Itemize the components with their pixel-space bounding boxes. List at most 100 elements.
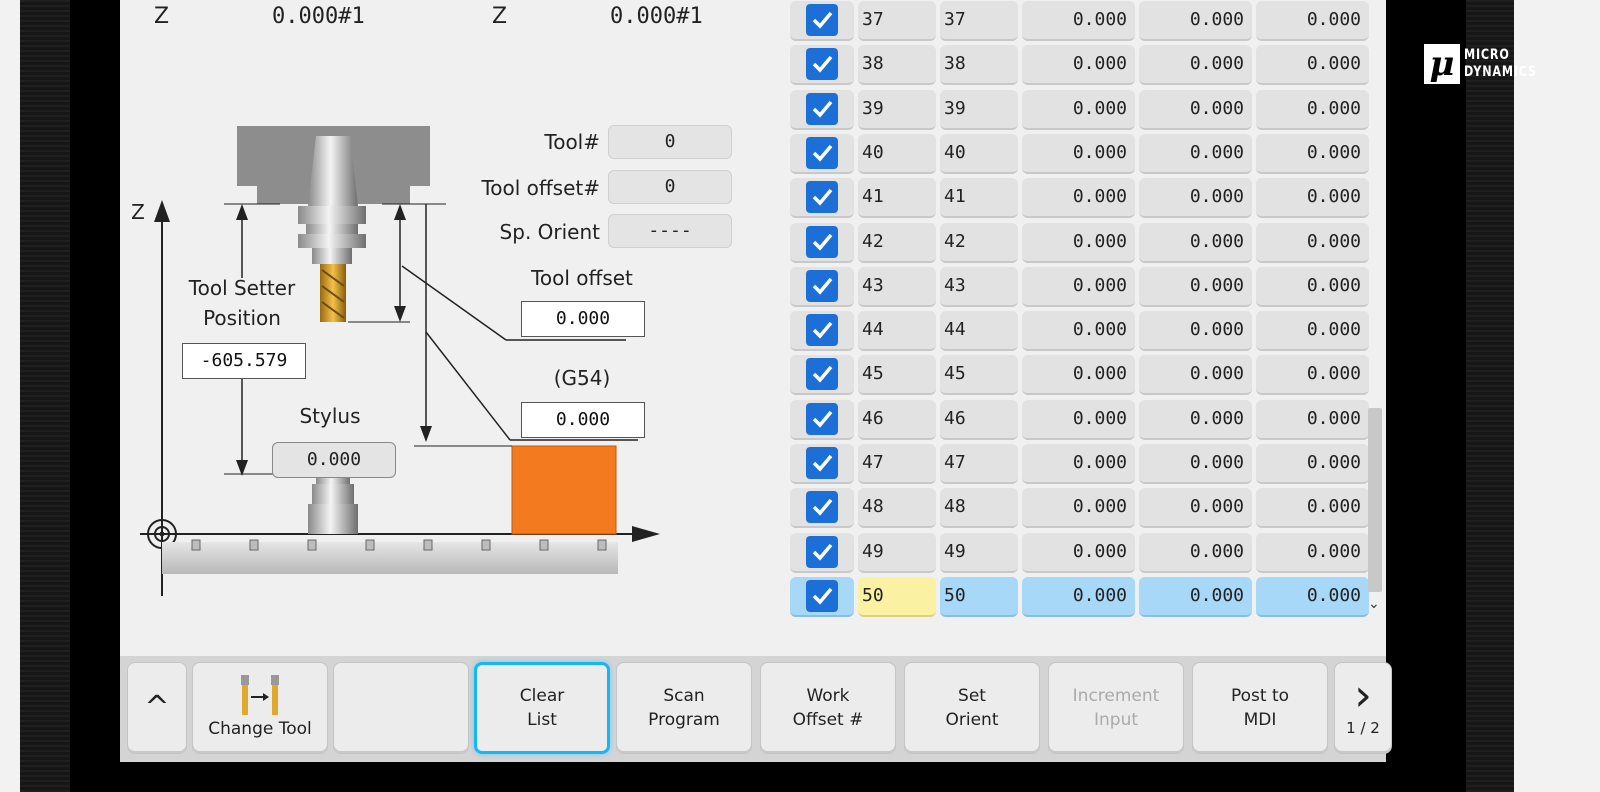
value-cell-1[interactable]: 0.000 [1022, 45, 1135, 86]
value-cell-2[interactable]: 0.000 [1139, 355, 1252, 396]
row-checkbox-cell[interactable] [790, 576, 854, 617]
offset-number-cell[interactable]: 40 [940, 133, 1018, 174]
checkbox-checked[interactable] [806, 136, 838, 169]
value-cell-2[interactable]: 0.000 [1139, 222, 1252, 263]
checkbox-checked[interactable] [806, 579, 838, 612]
next-page-button[interactable]: › 1 / 2 [1334, 662, 1392, 754]
value-cell-2[interactable]: 0.000 [1139, 178, 1252, 219]
checkbox-checked[interactable] [806, 535, 838, 568]
row-checkbox-cell[interactable] [790, 133, 854, 174]
value-cell-2[interactable]: 0.000 [1139, 266, 1252, 307]
tool-number-cell[interactable]: 43 [858, 266, 936, 307]
value-cell-3[interactable]: 0.000 [1256, 266, 1369, 307]
value-cell-3[interactable]: 0.000 [1256, 311, 1369, 352]
value-cell-2[interactable]: 0.000 [1139, 311, 1252, 352]
value-cell-1[interactable]: 0.000 [1022, 444, 1135, 484]
value-cell-1[interactable]: 0.000 [1022, 178, 1135, 219]
value-cell-3[interactable]: 0.000 [1256, 178, 1369, 219]
value-cell-2[interactable]: 0.000 [1139, 488, 1252, 529]
table-scrollbar[interactable]: ⌄ [1366, 0, 1384, 620]
offset-number-cell[interactable]: 46 [940, 399, 1018, 440]
table-row[interactable]: 45 45 0.000 0.000 0.000 [790, 355, 1369, 396]
tool-number-cell[interactable]: 44 [858, 311, 936, 352]
row-checkbox-cell[interactable] [790, 311, 854, 352]
table-row[interactable]: 49 49 0.000 0.000 0.000 [790, 532, 1369, 573]
tool-number-cell[interactable]: 48 [858, 488, 936, 529]
offset-number-cell[interactable]: 49 [940, 532, 1018, 573]
value-cell-3[interactable]: 0.000 [1256, 45, 1369, 86]
tool-number-cell[interactable]: 46 [858, 399, 936, 440]
value-cell-3[interactable]: 0.000 [1256, 488, 1369, 529]
tool-number-cell[interactable]: 38 [858, 45, 936, 86]
value-cell-1[interactable]: 0.000 [1022, 1, 1135, 41]
table-row[interactable]: 42 42 0.000 0.000 0.000 [790, 222, 1369, 263]
checkbox-checked[interactable] [806, 48, 838, 81]
scroll-thumb[interactable] [1368, 408, 1382, 592]
clear-list-button[interactable]: Clear List [474, 662, 610, 754]
table-row[interactable]: 43 43 0.000 0.000 0.000 [790, 266, 1369, 307]
tool-number-cell[interactable]: 50 [858, 576, 936, 617]
tool-number-cell[interactable]: 49 [858, 532, 936, 573]
value-cell-2[interactable]: 0.000 [1139, 133, 1252, 174]
up-button[interactable]: ^ [127, 662, 187, 754]
row-checkbox-cell[interactable] [790, 488, 854, 529]
row-checkbox-cell[interactable] [790, 178, 854, 219]
value-cell-2[interactable]: 0.000 [1139, 45, 1252, 86]
table-row[interactable]: 50 50 0.000 0.000 0.000 [790, 576, 1369, 617]
tool-number-cell[interactable]: 47 [858, 444, 936, 484]
value-cell-3[interactable]: 0.000 [1256, 576, 1369, 617]
tool-number-cell[interactable]: 40 [858, 133, 936, 174]
value-cell-1[interactable]: 0.000 [1022, 89, 1135, 130]
checkbox-checked[interactable] [806, 491, 838, 524]
value-cell-3[interactable]: 0.000 [1256, 89, 1369, 130]
offset-number-cell[interactable]: 44 [940, 311, 1018, 352]
row-checkbox-cell[interactable] [790, 45, 854, 86]
post-to-mdi-button[interactable]: Post to MDI [1192, 662, 1328, 754]
blank-softkey[interactable] [333, 662, 469, 754]
stylus-value[interactable]: 0.000 [272, 442, 396, 478]
set-orient-button[interactable]: Set Orient [904, 662, 1040, 754]
value-cell-1[interactable]: 0.000 [1022, 311, 1135, 352]
offset-number-cell[interactable]: 47 [940, 444, 1018, 484]
checkbox-checked[interactable] [806, 181, 838, 214]
offset-number-cell[interactable]: 37 [940, 1, 1018, 41]
checkbox-checked[interactable] [806, 314, 838, 347]
table-row[interactable]: 41 41 0.000 0.000 0.000 [790, 178, 1369, 219]
checkbox-checked[interactable] [806, 225, 838, 258]
value-cell-2[interactable]: 0.000 [1139, 399, 1252, 440]
tool-number-cell[interactable]: 37 [858, 1, 936, 41]
value-cell-2[interactable]: 0.000 [1139, 532, 1252, 573]
checkbox-checked[interactable] [806, 447, 838, 479]
value-cell-3[interactable]: 0.000 [1256, 399, 1369, 440]
value-cell-2[interactable]: 0.000 [1139, 89, 1252, 130]
work-offset-button[interactable]: Work Offset # [760, 662, 896, 754]
checkbox-checked[interactable] [806, 92, 838, 125]
offset-number-cell[interactable]: 42 [940, 222, 1018, 263]
tool-offset-value[interactable]: 0.000 [521, 301, 645, 337]
offset-number-cell[interactable]: 50 [940, 576, 1018, 617]
tool-number-cell[interactable]: 41 [858, 178, 936, 219]
row-checkbox-cell[interactable] [790, 532, 854, 573]
increment-input-button[interactable]: Increment Input [1048, 662, 1184, 754]
row-checkbox-cell[interactable] [790, 222, 854, 263]
row-checkbox-cell[interactable] [790, 89, 854, 130]
checkbox-checked[interactable] [806, 402, 838, 435]
value-cell-3[interactable]: 0.000 [1256, 444, 1369, 484]
value-cell-3[interactable]: 0.000 [1256, 355, 1369, 396]
offset-number-cell[interactable]: 45 [940, 355, 1018, 396]
value-cell-2[interactable]: 0.000 [1139, 1, 1252, 41]
work-offset-value[interactable]: 0.000 [521, 402, 645, 438]
checkbox-checked[interactable] [806, 4, 838, 36]
row-checkbox-cell[interactable] [790, 444, 854, 484]
row-checkbox-cell[interactable] [790, 1, 854, 41]
table-row[interactable]: 46 46 0.000 0.000 0.000 [790, 399, 1369, 440]
scroll-down-icon[interactable]: ⌄ [1368, 596, 1380, 612]
checkbox-checked[interactable] [806, 269, 838, 302]
scan-program-button[interactable]: Scan Program [616, 662, 752, 754]
checkbox-checked[interactable] [806, 358, 838, 391]
tool-number-cell[interactable]: 39 [858, 89, 936, 130]
value-cell-2[interactable]: 0.000 [1139, 444, 1252, 484]
value-cell-1[interactable]: 0.000 [1022, 399, 1135, 440]
value-cell-3[interactable]: 0.000 [1256, 133, 1369, 174]
row-checkbox-cell[interactable] [790, 399, 854, 440]
